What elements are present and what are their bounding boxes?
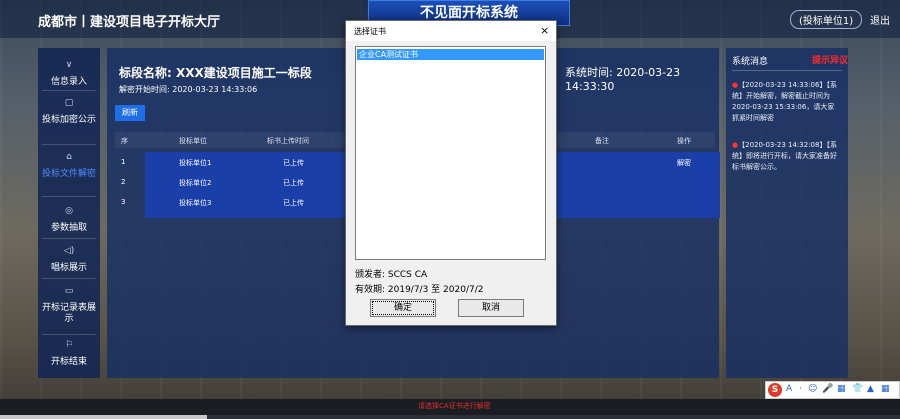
column-header-action: 操作 [677, 137, 691, 145]
keyboard-icon[interactable]: ▦ [837, 384, 846, 394]
cert-validity: 有效期: 2019/7/3 至 2020/7/2 [355, 285, 484, 295]
row-status: 已上传 [283, 199, 304, 207]
ok-button[interactable]: 确定 [370, 299, 436, 317]
message-item: ●【2020-03-23 14:33:06】【系统】开始解密，解密截止时间为20… [732, 80, 840, 124]
up-arrow-icon[interactable]: ▲ [867, 384, 874, 394]
row-index: 3 [121, 198, 126, 206]
news-title: 系统消息 [732, 57, 769, 67]
sidebar-item-info-entry[interactable]: ∨ 信息录入 [38, 60, 100, 88]
target-icon: ◎ [65, 206, 73, 216]
decrypt-start-time: 解密开始时间: 2020-03-23 14:33:06 [119, 85, 258, 94]
sidebar-item-record-display[interactable]: ▭ 开标记录表展示 [38, 286, 100, 325]
row-index: 2 [121, 178, 126, 186]
hall-breadcrumb: 成都市丨建设项目电子开标大厅 [38, 15, 221, 30]
font-icon[interactable]: A [786, 384, 792, 394]
section-name: 标段名称: XXX建设项目施工一标段 [119, 66, 312, 80]
sidebar-item-label: 唱标展示 [50, 263, 87, 273]
decrypt-link[interactable]: 解密 [677, 158, 691, 168]
punctuation-icon[interactable]: · [799, 384, 802, 394]
message-text: 【2020-03-23 14:32:08】【系统】即将进行开标，请大家准备好标书… [732, 141, 837, 171]
sidebar: ∨ 信息录入 ▢ 投标加密公示 ⌂ 投标文件解密 ◎ 参数抽取 ◁) 唱标展示 … [38, 48, 100, 378]
row-index: 1 [121, 158, 126, 166]
system-message-panel: 系统消息 提示异议 ●【2020-03-23 14:33:06】【系统】开始解密… [726, 48, 848, 378]
refresh-button[interactable]: 刷新 [115, 105, 145, 121]
column-header-remark: 备注 [595, 137, 609, 145]
sidebar-item-decrypt[interactable]: ⌂ 投标文件解密 [38, 152, 100, 180]
objection-button[interactable]: 提示异议 [812, 53, 848, 66]
divider [42, 238, 96, 239]
certificate-dialog: 选择证书 × 企业CA测试证书 颁发者: SCCS CA 有效期: 2019/7… [345, 20, 557, 326]
divider [42, 90, 96, 91]
grid-icon[interactable]: ▦ [881, 384, 890, 394]
dialog-title: 选择证书 [354, 27, 386, 36]
row-bidder: 投标单位3 [179, 199, 212, 207]
divider [42, 334, 96, 335]
certificate-list[interactable]: 企业CA测试证书 [355, 46, 546, 260]
system-time: 系统时间: 2020-03-23 14:33:30 [565, 66, 681, 93]
status-message: 请选择CA证书进行解密 [418, 402, 491, 410]
sidebar-item-bid-end[interactable]: ⚐ 开标结束 [38, 340, 100, 368]
row-bidder: 投标单位1 [179, 159, 212, 167]
close-icon[interactable]: × [540, 24, 549, 37]
document-icon: ▢ [64, 98, 74, 108]
sidebar-item-label: 参数抽取 [50, 223, 87, 233]
ime-logo-icon[interactable]: S [768, 383, 782, 397]
sidebar-item-label: 投标加密公示 [41, 115, 96, 125]
column-header-index: 序 [121, 137, 128, 145]
column-header-bidder: 投标单位 [179, 137, 207, 145]
row-bidder: 投标单位2 [179, 179, 212, 187]
flag-icon: ⚐ [64, 340, 74, 350]
row-status: 已上传 [283, 179, 304, 187]
emoji-icon[interactable]: ☺ [808, 384, 817, 394]
sidebar-item-label: 投标文件解密 [41, 169, 96, 179]
message-text: 【2020-03-23 14:33:06】【系统】开始解密，解密截止时间为202… [732, 81, 837, 122]
chevron-icon: ∨ [65, 60, 73, 70]
sidebar-item-label: 开标记录表展示 [41, 303, 96, 324]
dialog-titlebar: 选择证书 × [346, 21, 556, 41]
current-user-badge[interactable]: (投标单位1) [790, 10, 863, 29]
sidebar-item-param-draw[interactable]: ◎ 参数抽取 [38, 206, 100, 234]
row-status: 已上传 [283, 159, 304, 167]
message-item: ●【2020-03-23 14:32:08】【系统】即将进行开标，请大家准备好标… [732, 140, 840, 173]
sidebar-item-label: 开标结束 [50, 357, 87, 367]
skin-icon[interactable]: 👕 [852, 384, 863, 394]
progress-fill [0, 415, 207, 419]
logout-link[interactable]: 退出 [870, 12, 890, 27]
lock-icon: ⌂ [66, 152, 72, 162]
ime-toolbar: S A · ☺ 🎤 ▦ 👕 ▲ ▦ [765, 381, 900, 399]
speaker-icon: ◁) [63, 246, 75, 256]
certificate-item[interactable]: 企业CA测试证书 [357, 49, 544, 60]
sidebar-item-bid-reading[interactable]: ◁) 唱标展示 [38, 246, 100, 274]
microphone-icon[interactable]: 🎤 [822, 384, 833, 394]
sidebar-item-label: 信息录入 [50, 77, 87, 87]
divider [42, 196, 96, 197]
sidebar-item-encrypt-notice[interactable]: ▢ 投标加密公示 [38, 98, 100, 126]
column-header-upload-time: 标书上传时间 [267, 137, 309, 145]
divider [42, 278, 96, 279]
table-icon: ▭ [64, 286, 74, 296]
divider [732, 70, 842, 71]
divider [42, 144, 96, 145]
cert-issuer: 颁发者: SCCS CA [355, 270, 428, 280]
cancel-button[interactable]: 取消 [458, 299, 524, 317]
